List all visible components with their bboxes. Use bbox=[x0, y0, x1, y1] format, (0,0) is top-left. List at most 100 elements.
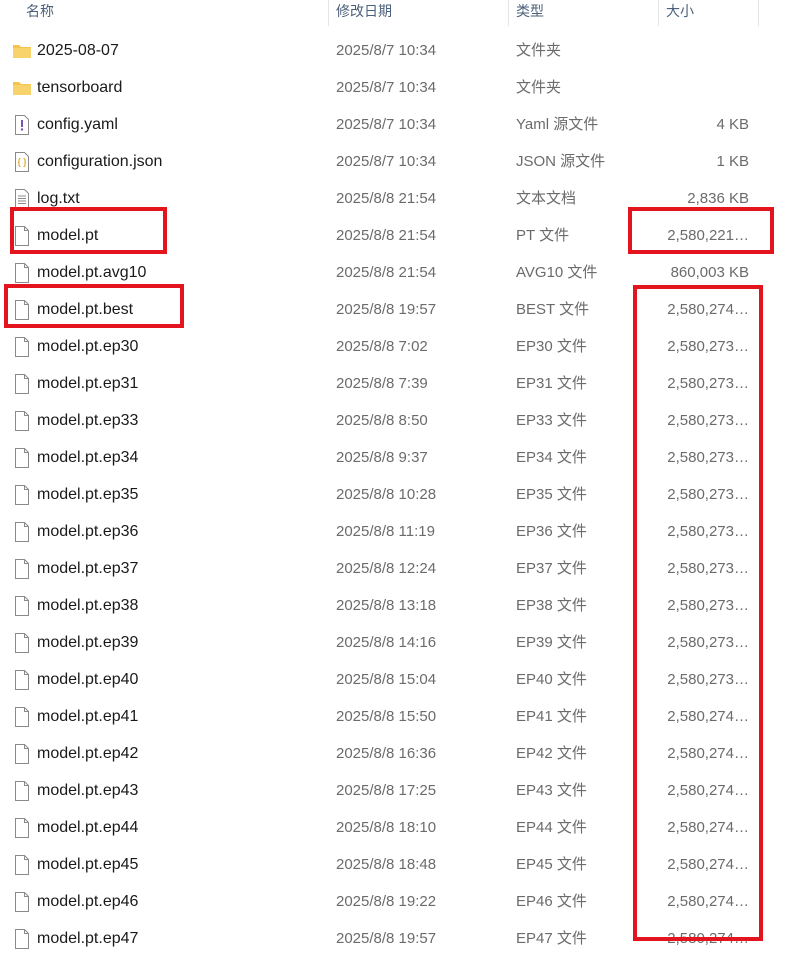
file-size: 1 KB bbox=[716, 153, 749, 170]
file-name: 2025-08-07 bbox=[37, 42, 119, 59]
file-type: BEST 文件 bbox=[516, 301, 590, 318]
file-row[interactable]: model.pt.ep36 2025/8/8 11:19 EP36 文件 2,580,… bbox=[0, 513, 792, 550]
file-name: model.pt.ep47 bbox=[37, 930, 139, 947]
file-type: JSON 源文件 bbox=[516, 153, 606, 170]
file-row[interactable]: model.pt.ep41 2025/8/8 15:50 EP41 文件 2,580,… bbox=[0, 698, 792, 735]
file-row[interactable]: model.pt.best 2025/8/8 19:57 BEST 文件 2,580,… bbox=[0, 291, 792, 328]
file-type: EP37 文件 bbox=[516, 560, 587, 577]
file-modified-date: 2025/8/8 18:10 bbox=[336, 819, 437, 836]
file-modified-date: 2025/8/8 21:54 bbox=[336, 264, 437, 281]
file-row[interactable]: log.txt 2025/8/8 21:54 文本文档 2,836 KB bbox=[0, 180, 792, 217]
json-file-icon bbox=[12, 151, 32, 173]
file-type: EP38 文件 bbox=[516, 597, 587, 614]
folder-icon bbox=[12, 77, 32, 99]
file-type: EP30 文件 bbox=[516, 338, 587, 355]
file-name: model.pt.ep35 bbox=[37, 486, 139, 503]
file-modified-date: 2025/8/8 16:36 bbox=[336, 745, 437, 762]
file-icon bbox=[12, 743, 32, 765]
file-row[interactable]: model.pt.ep40 2025/8/8 15:04 EP40 文件 2,580,… bbox=[0, 661, 792, 698]
file-size: 2,580,274… bbox=[667, 930, 749, 947]
file-row[interactable]: model.pt.ep45 2025/8/8 18:48 EP45 文件 2,580,… bbox=[0, 846, 792, 883]
file-size: 2,580,274… bbox=[667, 893, 749, 910]
file-icon bbox=[12, 225, 32, 247]
file-size: 2,836 KB bbox=[687, 190, 749, 207]
file-name: model.pt.ep46 bbox=[37, 893, 139, 910]
file-size: 2,580,274… bbox=[667, 708, 749, 725]
column-header-type[interactable]: 类型 bbox=[508, 0, 544, 26]
file-modified-date: 2025/8/7 10:34 bbox=[336, 153, 437, 170]
file-type: EP33 文件 bbox=[516, 412, 587, 429]
file-name: configuration.json bbox=[37, 153, 163, 170]
column-header-name[interactable]: 名称 bbox=[18, 0, 54, 26]
file-row[interactable]: model.pt.ep35 2025/8/8 10:28 EP35 文件 2,580,… bbox=[0, 476, 792, 513]
file-type: 文件夹 bbox=[516, 42, 562, 59]
file-size: 2,580,274… bbox=[667, 745, 749, 762]
file-modified-date: 2025/8/7 10:34 bbox=[336, 79, 437, 96]
file-size: 2,580,273… bbox=[667, 338, 749, 355]
file-size: 860,003 KB bbox=[670, 264, 749, 281]
file-icon bbox=[12, 410, 32, 432]
file-row[interactable]: model.pt.ep43 2025/8/8 17:25 EP43 文件 2,580,… bbox=[0, 772, 792, 809]
file-icon bbox=[12, 558, 32, 580]
file-row[interactable]: model.pt.ep47 2025/8/8 19:57 EP47 文件 2,580,… bbox=[0, 920, 792, 957]
file-icon bbox=[12, 854, 32, 876]
file-type: EP46 文件 bbox=[516, 893, 587, 910]
file-size: 2,580,273… bbox=[667, 634, 749, 651]
file-size: 2,580,273… bbox=[667, 412, 749, 429]
file-row[interactable]: model.pt.ep42 2025/8/8 16:36 EP42 文件 2,580,… bbox=[0, 735, 792, 772]
file-icon bbox=[12, 891, 32, 913]
file-name: model.pt.ep36 bbox=[37, 523, 139, 540]
file-modified-date: 2025/8/8 21:54 bbox=[336, 227, 437, 244]
file-name: config.yaml bbox=[37, 116, 118, 133]
file-modified-date: 2025/8/8 13:18 bbox=[336, 597, 437, 614]
file-size: 2,580,274… bbox=[667, 819, 749, 836]
file-size: 2,580,221… bbox=[667, 227, 749, 244]
file-type: AVG10 文件 bbox=[516, 264, 598, 281]
file-name: model.pt.ep42 bbox=[37, 745, 139, 762]
file-modified-date: 2025/8/8 7:02 bbox=[336, 338, 428, 355]
file-icon bbox=[12, 928, 32, 950]
file-size: 2,580,274… bbox=[667, 301, 749, 318]
file-row[interactable]: model.pt.ep46 2025/8/8 19:22 EP46 文件 2,580,… bbox=[0, 883, 792, 920]
column-header-size[interactable]: 大小 bbox=[658, 0, 694, 26]
file-name: model.pt.ep33 bbox=[37, 412, 139, 429]
file-modified-date: 2025/8/8 21:54 bbox=[336, 190, 437, 207]
file-row[interactable]: 2025-08-07 2025/8/7 10:34 文件夹 bbox=[0, 32, 792, 69]
file-size: 4 KB bbox=[716, 116, 749, 133]
file-row[interactable]: model.pt.ep30 2025/8/8 7:02 EP30 文件 2,580,2… bbox=[0, 328, 792, 365]
file-modified-date: 2025/8/8 15:50 bbox=[336, 708, 437, 725]
file-type: EP39 文件 bbox=[516, 634, 587, 651]
file-name: model.pt.ep31 bbox=[37, 375, 139, 392]
file-row[interactable]: tensorboard 2025/8/7 10:34 文件夹 bbox=[0, 69, 792, 106]
file-row[interactable]: model.pt.ep37 2025/8/8 12:24 EP37 文件 2,580,… bbox=[0, 550, 792, 587]
column-divider[interactable] bbox=[758, 0, 759, 26]
file-row[interactable]: model.pt.ep31 2025/8/8 7:39 EP31 文件 2,580,2… bbox=[0, 365, 792, 402]
file-name: tensorboard bbox=[37, 79, 123, 96]
file-modified-date: 2025/8/8 18:48 bbox=[336, 856, 437, 873]
file-name: log.txt bbox=[37, 190, 80, 207]
file-row[interactable]: model.pt.ep33 2025/8/8 8:50 EP33 文件 2,580,2… bbox=[0, 402, 792, 439]
file-row[interactable]: model.pt.ep34 2025/8/8 9:37 EP34 文件 2,580,2… bbox=[0, 439, 792, 476]
file-modified-date: 2025/8/8 19:57 bbox=[336, 301, 437, 318]
file-row[interactable]: config.yaml 2025/8/7 10:34 Yaml 源文件 4 KB bbox=[0, 106, 792, 143]
file-size: 2,580,273… bbox=[667, 560, 749, 577]
file-type: EP40 文件 bbox=[516, 671, 587, 688]
file-icon bbox=[12, 447, 32, 469]
file-row[interactable]: model.pt.ep38 2025/8/8 13:18 EP38 文件 2,580,… bbox=[0, 587, 792, 624]
file-type: EP44 文件 bbox=[516, 819, 587, 836]
file-row[interactable]: model.pt 2025/8/8 21:54 PT 文件 2,580,221… bbox=[0, 217, 792, 254]
column-header-modified[interactable]: 修改日期 bbox=[328, 0, 392, 26]
file-name: model.pt.ep43 bbox=[37, 782, 139, 799]
file-icon bbox=[12, 817, 32, 839]
file-icon bbox=[12, 521, 32, 543]
file-row[interactable]: model.pt.ep39 2025/8/8 14:16 EP39 文件 2,580,… bbox=[0, 624, 792, 661]
file-name: model.pt.ep45 bbox=[37, 856, 139, 873]
file-type: EP31 文件 bbox=[516, 375, 587, 392]
file-size: 2,580,273… bbox=[667, 449, 749, 466]
file-row[interactable]: model.pt.ep44 2025/8/8 18:10 EP44 文件 2,580,… bbox=[0, 809, 792, 846]
file-row[interactable]: model.pt.avg10 2025/8/8 21:54 AVG10 文件 860,… bbox=[0, 254, 792, 291]
file-name: model.pt.ep41 bbox=[37, 708, 139, 725]
file-size: 2,580,273… bbox=[667, 486, 749, 503]
file-row[interactable]: configuration.json 2025/8/7 10:34 JSON 源文件… bbox=[0, 143, 792, 180]
file-modified-date: 2025/8/7 10:34 bbox=[336, 116, 437, 133]
